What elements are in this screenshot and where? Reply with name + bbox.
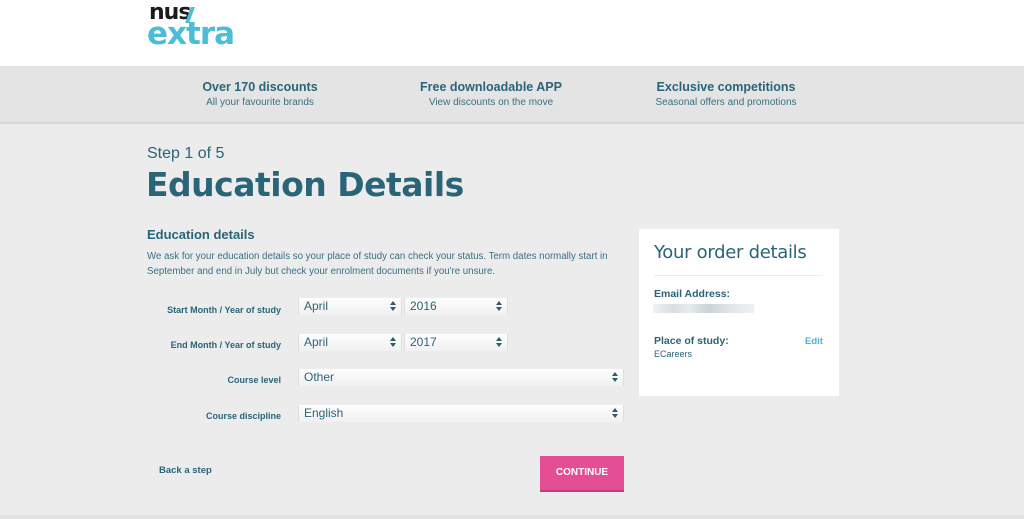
start-year-select[interactable]: 2016 [404, 298, 508, 315]
feature-subtitle: Seasonal offers and promotions [655, 97, 797, 108]
select-arrows-icon [496, 301, 502, 312]
page-title: Education Details [146, 165, 464, 204]
course-level-value: Other [304, 370, 335, 384]
select-arrows-icon [390, 337, 396, 348]
feature-discounts: Over 170 discounts All your favourite br… [150, 80, 370, 108]
select-arrows-icon [612, 372, 618, 383]
end-month-select[interactable]: April [298, 334, 402, 351]
feature-title: Free downloadable APP [420, 80, 562, 94]
nus-extra-logo[interactable]: nus extra [147, 2, 247, 52]
course-discipline-select[interactable]: English [298, 405, 624, 422]
site-header: nus extra [0, 0, 1024, 66]
course-discipline-label: Course discipline [205, 411, 281, 421]
edit-place-link[interactable]: Edit [805, 336, 823, 347]
email-label: Email Address: [654, 288, 731, 300]
feature-subtitle: All your favourite brands [206, 97, 314, 108]
end-year-select[interactable]: 2017 [404, 334, 508, 351]
feature-title: Over 170 discounts [202, 80, 318, 94]
features-banner: Over 170 discounts All your favourite br… [0, 66, 1024, 124]
course-level-select[interactable]: Other [298, 369, 624, 386]
divider [654, 275, 823, 276]
end-date-label: End Month / Year of study [170, 340, 281, 350]
email-value-redacted [653, 304, 754, 313]
feature-subtitle: View discounts on the move [428, 97, 554, 108]
select-arrows-icon [496, 337, 502, 348]
place-of-study-value: ECareers [654, 349, 693, 359]
start-year-value: 2016 [410, 299, 437, 313]
order-details-panel: Your order details Email Address: Place … [639, 229, 839, 396]
place-of-study-label: Place of study: [654, 335, 729, 347]
section-title: Education details [147, 227, 255, 242]
section-description: We ask for your education details so you… [147, 251, 608, 277]
start-month-value: April [304, 299, 329, 313]
start-date-label: Start Month / Year of study [167, 305, 281, 315]
feature-competitions: Exclusive competitions Seasonal offers a… [616, 80, 836, 108]
feature-app: Free downloadable APP View discounts on … [381, 80, 601, 108]
continue-button[interactable]: CONTINUE [540, 456, 624, 492]
logo-extra-text: extra [147, 16, 235, 52]
feature-title: Exclusive competitions [656, 80, 796, 94]
select-arrows-icon [390, 301, 396, 312]
course-discipline-value: English [304, 406, 344, 420]
step-indicator: Step 1 of 5 [147, 145, 225, 162]
footer-divider [0, 515, 1024, 519]
start-month-select[interactable]: April [298, 298, 402, 315]
end-month-value: April [304, 335, 329, 349]
order-details-title: Your order details [654, 242, 807, 263]
course-level-label: Course level [227, 375, 281, 385]
back-a-step-link[interactable]: Back a step [159, 465, 212, 476]
select-arrows-icon [612, 408, 618, 419]
end-year-value: 2017 [410, 335, 437, 349]
